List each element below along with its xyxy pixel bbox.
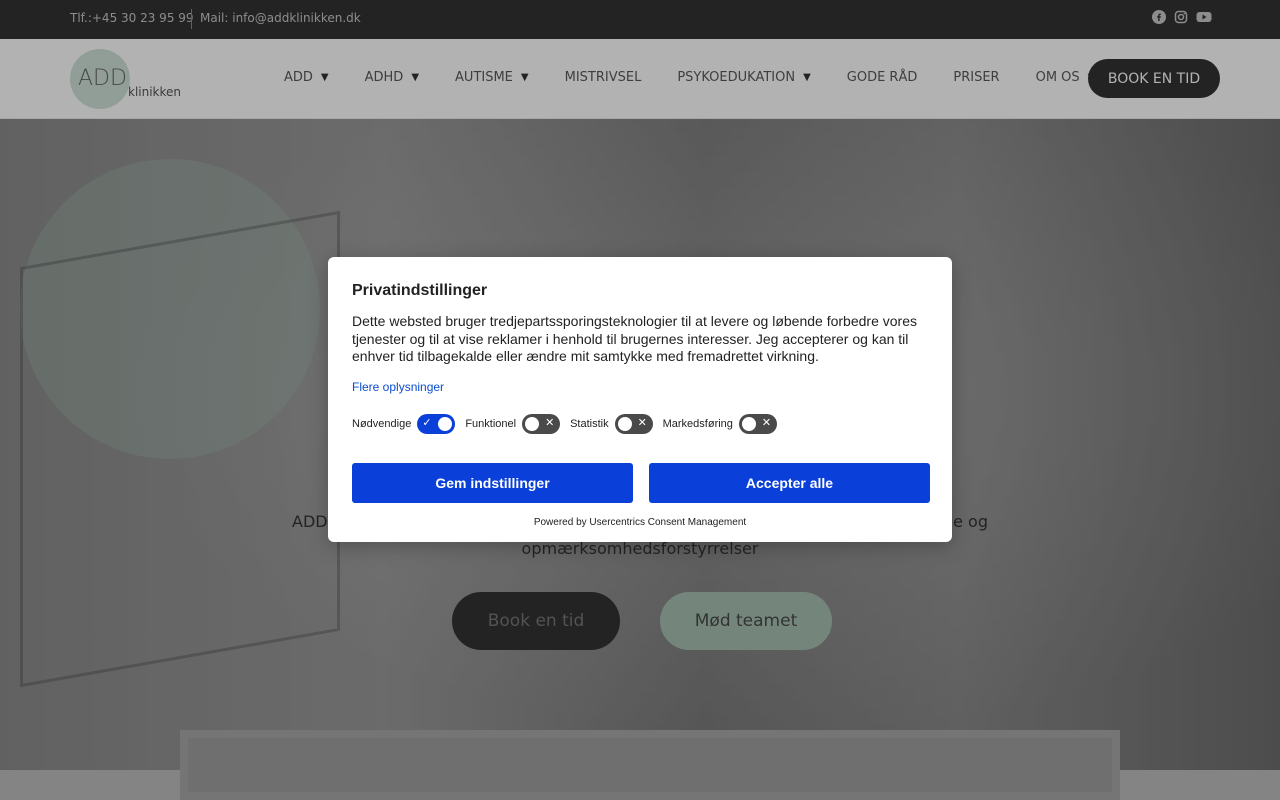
- check-icon: ✓: [422, 417, 432, 429]
- consent-body: Dette websted bruger tredjepartssporings…: [352, 313, 917, 364]
- close-icon: ✕: [545, 417, 555, 429]
- toggle-label: Statistik: [570, 418, 609, 430]
- close-icon: ✕: [637, 417, 647, 429]
- toggle-switch[interactable]: ✕: [522, 414, 561, 434]
- powered-by-text: Powered by Usercentrics Consent Manageme…: [533, 517, 747, 528]
- toggle-switch[interactable]: ✕: [614, 414, 653, 434]
- toggle-statistics[interactable]: Statistik ✕: [570, 414, 653, 434]
- toggle-marketing[interactable]: Markedsføring ✕: [663, 414, 777, 434]
- toggle-knob: [617, 417, 632, 431]
- toggle-knob: [438, 417, 453, 431]
- toggle-knob: [525, 417, 540, 431]
- toggle-knob: [741, 417, 756, 431]
- toggle-label: Nødvendige: [352, 418, 412, 430]
- toggle-functional[interactable]: Funktionel ✕: [465, 414, 561, 434]
- accept-all-button[interactable]: Accepter alle: [649, 463, 930, 503]
- save-settings-button[interactable]: Gem indstillinger: [352, 463, 633, 503]
- toggle-label: Markedsføring: [662, 418, 733, 430]
- toggle-switch[interactable]: ✕: [738, 414, 777, 434]
- close-icon: ✕: [761, 417, 772, 429]
- consent-dialog: Privatindstillinger Dette websted bruger…: [328, 257, 952, 542]
- more-info-link[interactable]: Flere oplysninger: [352, 380, 444, 394]
- consent-toggles: Nødvendige ✓ Funktionel ✕ Statistik ✕ Ma…: [352, 414, 787, 434]
- toggle-necessary[interactable]: Nødvendige ✓: [352, 414, 456, 434]
- consent-title: Privatindstillinger: [352, 282, 488, 299]
- toggle-switch[interactable]: ✓: [417, 414, 456, 434]
- toggle-label: Funktionel: [465, 418, 517, 430]
